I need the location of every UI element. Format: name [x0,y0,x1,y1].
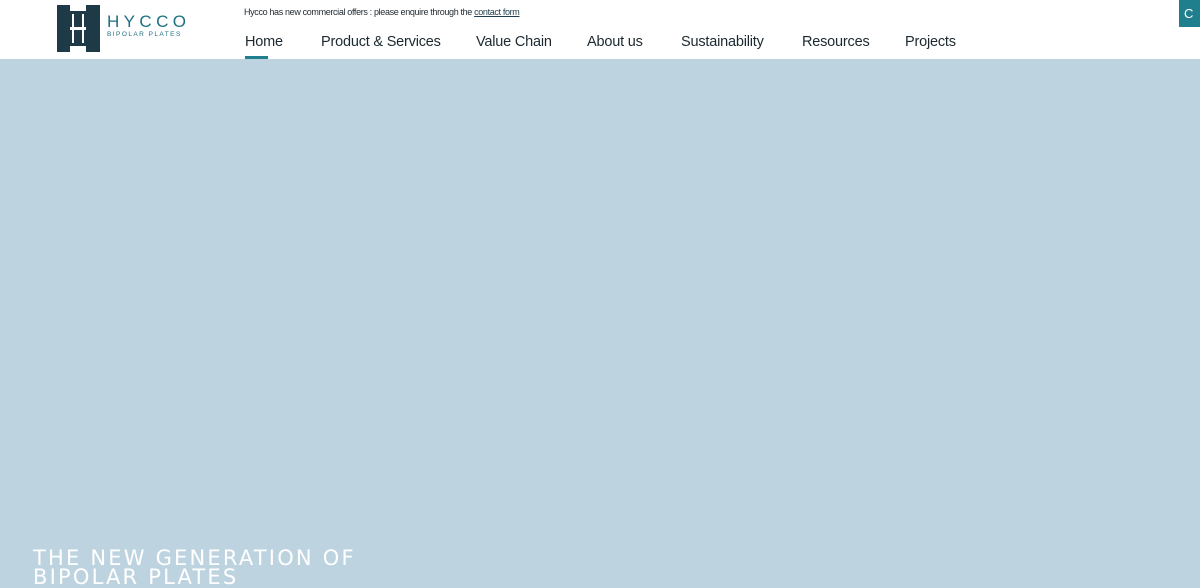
contact-form-link[interactable]: contact form [474,7,520,17]
hero-title-line-2: BIPOLAR PLATES [33,565,239,588]
nav-item-about-us[interactable]: About us [587,33,643,51]
nav-item-projects[interactable]: Projects [905,33,956,51]
site-header: HYCCO BIPOLAR PLATES Hycco has new comme… [0,0,1200,59]
nav-item-home[interactable]: Home [245,33,283,51]
nav-item-sustainability[interactable]: Sustainability [681,33,764,51]
nav-item-resources[interactable]: Resources [802,33,870,51]
hero-title: THE NEW GENERATION OF BIPOLAR PLATES [33,548,356,588]
main-navigation: Home Product & Services Value Chain Abou… [0,33,1000,59]
nav-item-product-services[interactable]: Product & Services [321,33,441,51]
announcement-text: Hycco has new commercial offers : please… [244,7,475,17]
announcement-bar: Hycco has new commercial offers : please… [244,7,520,18]
corner-action-button[interactable]: C [1179,0,1200,27]
logo-wordmark: HYCCO [107,12,191,31]
hero-banner: THE NEW GENERATION OF BIPOLAR PLATES [0,59,1200,588]
nav-item-value-chain[interactable]: Value Chain [476,33,552,51]
